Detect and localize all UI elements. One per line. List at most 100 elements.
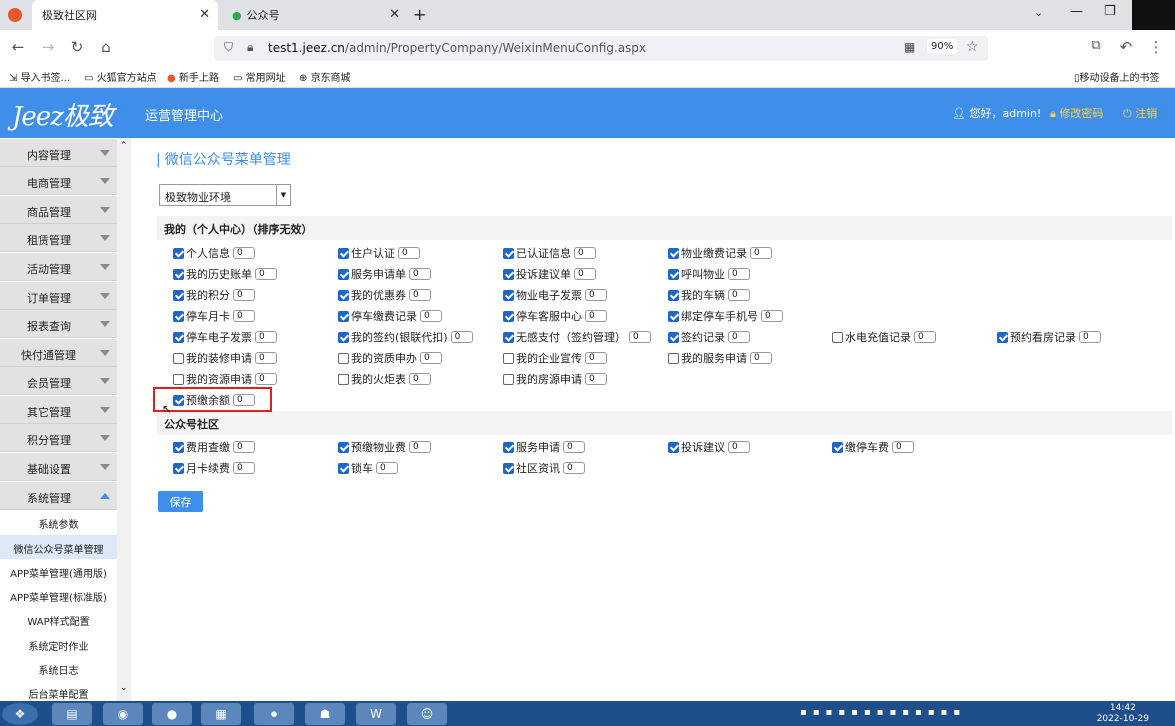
checkbox[interactable] — [832, 331, 843, 343]
checkbox[interactable] — [173, 268, 184, 280]
checkbox[interactable] — [338, 247, 349, 259]
system-tray-icons[interactable]: ▪▪▪▪▪▪▪▪▪▪▪▪▪ — [800, 707, 966, 718]
sidebar-subitem-admin-menu[interactable]: 后台菜单配置 — [0, 680, 117, 701]
checkbox-label[interactable]: 已认证信息 — [516, 245, 571, 261]
checkbox[interactable] — [832, 441, 843, 453]
checkbox[interactable] — [338, 310, 349, 322]
android-icon[interactable]: ☗ — [305, 703, 345, 725]
sidebar-item-activities[interactable]: 活动管理 — [0, 253, 117, 281]
sidebar-item-basic-settings[interactable]: 基础设置 — [0, 453, 117, 481]
sort-order-input[interactable]: 0 — [750, 352, 772, 364]
checkbox[interactable] — [338, 352, 349, 364]
sidebar-item-quickpay[interactable]: 快付通管理 — [0, 339, 117, 367]
checkbox[interactable] — [503, 441, 514, 453]
checkbox-label[interactable]: 服务申请单 — [351, 266, 406, 282]
undo-icon[interactable]: ↶ — [1116, 38, 1136, 56]
bookmark-mobile[interactable]: ▯移动设备上的书签 — [1074, 69, 1160, 84]
checkbox-label[interactable]: 我的装修申请 — [186, 350, 252, 366]
tab-official-account[interactable]: ● 公众号 ✕ — [222, 0, 408, 30]
checkbox-label[interactable]: 绑定停车手机号 — [681, 308, 758, 324]
sidebar-item-content[interactable]: 内容管理 — [0, 139, 117, 167]
chat-app-icon[interactable]: ☺ — [407, 703, 447, 725]
sort-order-input[interactable]: 0 — [728, 441, 750, 453]
sort-order-input[interactable]: 0 — [409, 441, 431, 453]
sort-order-input[interactable]: 0 — [629, 331, 651, 343]
checkbox-label[interactable]: 我的资质申办 — [351, 350, 417, 366]
checkbox-label[interactable]: 停车客服中心 — [516, 308, 582, 324]
scroll-up-icon[interactable]: ⌃ — [120, 141, 128, 151]
sort-order-input[interactable]: 0 — [750, 247, 772, 259]
sort-order-input[interactable]: 0 — [563, 462, 585, 474]
sort-order-input[interactable]: 0 — [563, 441, 585, 453]
sidebar-item-members[interactable]: 会员管理 — [0, 367, 117, 395]
checkbox[interactable] — [173, 441, 184, 453]
sidebar-item-points[interactable]: 积分管理 — [0, 424, 117, 452]
checkbox-label[interactable]: 我的房源申请 — [516, 371, 582, 387]
firefox-menu-icon[interactable] — [8, 8, 22, 22]
checkbox-label[interactable]: 锁车 — [351, 460, 373, 476]
checkbox[interactable] — [173, 310, 184, 322]
sidebar-item-products[interactable]: 商品管理 — [0, 196, 117, 224]
checkbox-label[interactable]: 停车缴费记录 — [351, 308, 417, 324]
save-button[interactable]: 保存 — [158, 491, 203, 512]
home-icon[interactable]: ⌂ — [96, 38, 116, 56]
bookmark-import[interactable]: ⇲ 导入书签... — [9, 69, 70, 84]
sort-order-input[interactable]: 0 — [585, 352, 607, 364]
record-icon[interactable]: ⏺ — [254, 703, 294, 725]
close-icon[interactable]: ✕ — [199, 7, 210, 22]
checkbox-label[interactable]: 住户认证 — [351, 245, 395, 261]
checkbox-label[interactable]: 无感支付（签约管理） — [516, 329, 626, 345]
close-icon[interactable]: ✕ — [389, 7, 400, 22]
checkbox-label[interactable]: 签约记录 — [681, 329, 725, 345]
sidebar-subitem-system-log[interactable]: 系统日志 — [0, 656, 117, 680]
checkbox-label[interactable]: 我的优惠券 — [351, 287, 406, 303]
checkbox[interactable] — [668, 268, 679, 280]
reload-icon[interactable]: ↻ — [67, 38, 87, 56]
minimize-icon[interactable]: — — [1070, 4, 1083, 19]
checkbox[interactable] — [503, 462, 514, 474]
checkbox[interactable] — [668, 331, 679, 343]
excel-icon[interactable]: ▦ — [201, 703, 241, 725]
sort-order-input[interactable]: 0 — [420, 310, 442, 322]
checkbox-label[interactable]: 服务申请 — [516, 439, 560, 455]
restore-icon[interactable]: ❐ — [1104, 4, 1116, 19]
checkbox[interactable] — [338, 441, 349, 453]
checkbox[interactable] — [173, 289, 184, 301]
checkbox-label[interactable]: 投诉建议单 — [516, 266, 571, 282]
sort-order-input[interactable]: 0 — [728, 289, 750, 301]
sort-order-input[interactable]: 0 — [585, 373, 607, 385]
checkbox-label[interactable]: 我的签约(银联代扣) — [351, 329, 448, 345]
checkbox[interactable] — [173, 352, 184, 364]
bookmark-common-sites[interactable]: ▭ 常用网址 — [233, 69, 286, 84]
sort-order-input[interactable]: 0 — [420, 352, 442, 364]
sort-order-input[interactable]: 0 — [728, 331, 750, 343]
url-bar[interactable]: ⛉ 🔒︎ test1.jeez.cn/admin/PropertyCompany… — [214, 36, 988, 61]
close-window-button[interactable] — [1132, 0, 1175, 30]
checkbox-label[interactable]: 预缴物业费 — [351, 439, 406, 455]
checkbox-label[interactable]: 我的企业宣传 — [516, 350, 582, 366]
logout-link[interactable]: ⏻ 注销 — [1123, 105, 1157, 121]
checkbox-label[interactable]: 物业电子发票 — [516, 287, 582, 303]
sort-order-input[interactable]: 0 — [255, 268, 277, 280]
sort-order-input[interactable]: 0 — [409, 268, 431, 280]
menu-icon[interactable]: ⋮ — [1146, 38, 1166, 56]
sidebar-subitem-wechat-menu[interactable]: 微信公众号菜单管理 — [0, 535, 117, 559]
bookmark-jd-mall[interactable]: ⊕ 京东商城 — [299, 69, 351, 84]
checkbox-label[interactable]: 预约看房记录 — [1010, 329, 1076, 345]
sort-order-input[interactable]: 0 — [892, 441, 914, 453]
checkbox[interactable] — [173, 462, 184, 474]
sort-order-input[interactable]: 0 — [585, 289, 607, 301]
checkbox[interactable] — [338, 289, 349, 301]
url-text[interactable]: test1.jeez.cn/admin/PropertyCompany/Weix… — [268, 41, 646, 55]
checkbox[interactable] — [503, 373, 514, 385]
checkbox-label[interactable]: 缴停车费 — [845, 439, 889, 455]
checkbox-label[interactable]: 个人信息 — [186, 245, 230, 261]
checkbox[interactable] — [338, 462, 349, 474]
checkbox-label[interactable]: 我的服务申请 — [681, 350, 747, 366]
sidebar-item-ecommerce[interactable]: 电商管理 — [0, 167, 117, 195]
checkbox[interactable] — [173, 331, 184, 343]
checkbox[interactable] — [173, 373, 184, 385]
sort-order-input[interactable]: 0 — [233, 462, 255, 474]
property-select[interactable]: 极致物业环境 ▼ — [159, 184, 291, 206]
shield-icon[interactable]: ⛉ — [224, 40, 233, 55]
